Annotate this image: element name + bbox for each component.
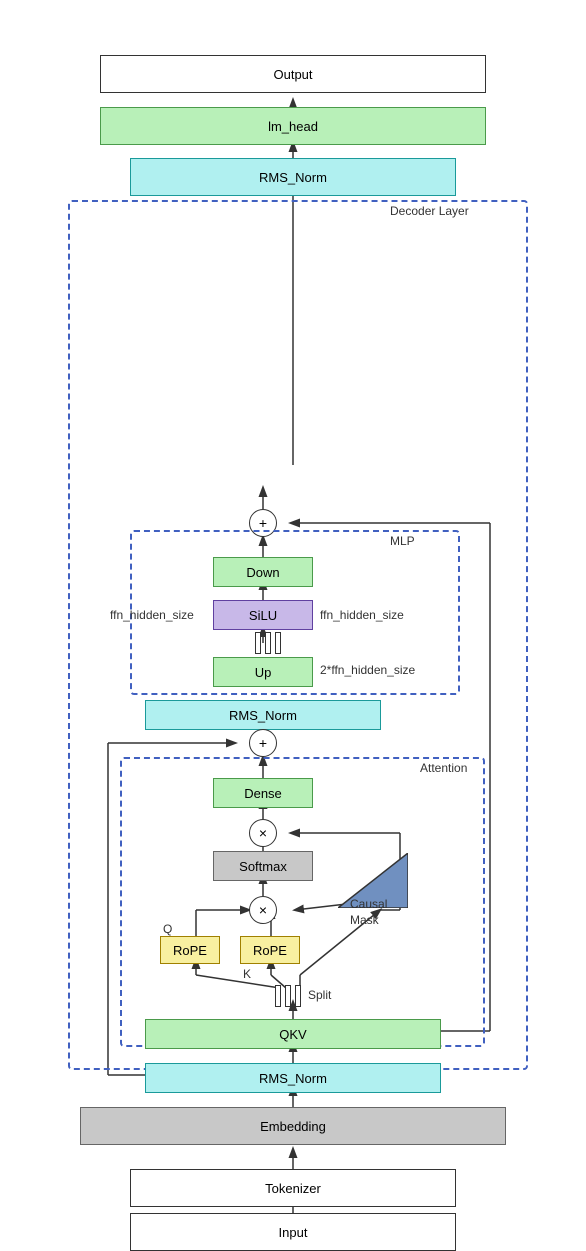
rope-q-label: RoPE xyxy=(173,943,207,958)
lm-head-label: lm_head xyxy=(268,119,318,134)
lm-head-box: lm_head xyxy=(100,107,486,145)
rms-norm-top-box: RMS_Norm xyxy=(130,158,456,196)
k-label: K xyxy=(243,967,251,981)
x-bottom-circle: × xyxy=(249,896,277,924)
rope-k-label: RoPE xyxy=(253,943,287,958)
rope-q-box: RoPE xyxy=(160,936,220,964)
output-label: Output xyxy=(273,67,312,82)
diagram: Output lm_head RMS_Norm Decoder Layer + … xyxy=(0,0,586,1244)
rope-k-box: RoPE xyxy=(240,936,300,964)
split-line-2 xyxy=(265,632,271,654)
rms-norm-mid-label: RMS_Norm xyxy=(229,708,297,723)
split-line-1 xyxy=(255,632,261,654)
plus-mid-circle: + xyxy=(249,729,277,757)
qkv-split-line-2 xyxy=(285,985,291,1007)
qkv-box: QKV xyxy=(145,1019,441,1049)
rms-norm-mid-box: RMS_Norm xyxy=(145,700,381,730)
qkv-label: QKV xyxy=(279,1027,306,1042)
q-label: Q xyxy=(163,922,172,936)
attention-label: Attention xyxy=(420,761,467,775)
silu-label: SiLU xyxy=(249,608,277,623)
input-box: Input xyxy=(130,1213,456,1251)
dense-box: Dense xyxy=(213,778,313,808)
ffn-2x-label: 2*ffn_hidden_size xyxy=(320,663,415,677)
qkv-split-line-1 xyxy=(275,985,281,1007)
split-line-3 xyxy=(275,632,281,654)
softmax-box: Softmax xyxy=(213,851,313,881)
up-label: Up xyxy=(255,665,272,680)
mlp-split-lines xyxy=(255,632,281,654)
embedding-label: Embedding xyxy=(260,1119,326,1134)
down-label: Down xyxy=(246,565,279,580)
causal-mask-label: CausalMask xyxy=(350,897,387,928)
down-box: Down xyxy=(213,557,313,587)
softmax-label: Softmax xyxy=(239,859,287,874)
x-top-circle: × xyxy=(249,819,277,847)
dense-label: Dense xyxy=(244,786,282,801)
input-label: Input xyxy=(279,1225,308,1240)
rms-norm-bot-box: RMS_Norm xyxy=(145,1063,441,1093)
embedding-box: Embedding xyxy=(80,1107,506,1145)
silu-box: SiLU xyxy=(213,600,313,630)
qkv-split-lines xyxy=(275,985,301,1007)
tokenizer-label: Tokenizer xyxy=(265,1181,321,1196)
output-box: Output xyxy=(100,55,486,93)
split-label: Split xyxy=(308,988,331,1002)
ffn-hidden-right-label: ffn_hidden_size xyxy=(320,608,404,622)
qkv-split-line-3 xyxy=(295,985,301,1007)
decoder-layer-label: Decoder Layer xyxy=(390,204,469,218)
mlp-label: MLP xyxy=(390,534,415,548)
ffn-hidden-left-label: ffn_hidden_size xyxy=(110,608,194,622)
tokenizer-box: Tokenizer xyxy=(130,1169,456,1207)
rms-norm-bot-label: RMS_Norm xyxy=(259,1071,327,1086)
up-box: Up xyxy=(213,657,313,687)
rms-norm-top-label: RMS_Norm xyxy=(259,170,327,185)
